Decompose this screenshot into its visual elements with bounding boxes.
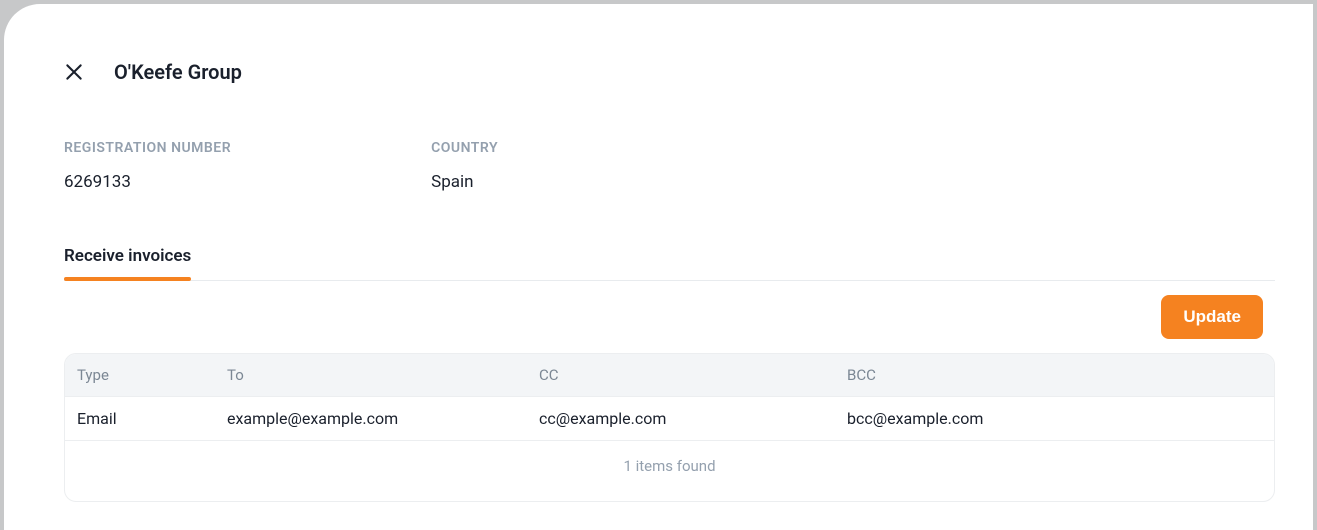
table-header-cc: CC — [539, 366, 847, 384]
cell-bcc: bcc@example.com — [847, 409, 1262, 428]
cell-to: example@example.com — [227, 409, 539, 428]
table-footer: 1 items found — [65, 441, 1274, 501]
cell-type: Email — [77, 409, 227, 428]
country-label: COUNTRY — [431, 140, 498, 156]
tabs: Receive invoices — [64, 246, 1275, 281]
modal-panel: O'Keefe Group REGISTRATION NUMBER 626913… — [4, 4, 1313, 530]
table-header-bcc: BCC — [847, 366, 1262, 384]
registration-number-label: REGISTRATION NUMBER — [64, 140, 231, 156]
cell-cc: cc@example.com — [539, 409, 847, 428]
close-icon[interactable] — [64, 62, 84, 82]
modal-header: O'Keefe Group — [64, 60, 1275, 84]
registration-number-value: 6269133 — [64, 172, 231, 192]
update-button[interactable]: Update — [1161, 295, 1263, 339]
table-header-to: To — [227, 366, 539, 384]
table-header-row: Type To CC BCC — [65, 354, 1274, 397]
table-row[interactable]: Email example@example.com cc@example.com… — [65, 397, 1274, 441]
table-header-type: Type — [77, 366, 227, 384]
action-row: Update — [64, 281, 1275, 353]
tab-receive-invoices[interactable]: Receive invoices — [64, 246, 191, 280]
page-title: O'Keefe Group — [114, 60, 242, 84]
registration-number-block: REGISTRATION NUMBER 6269133 — [64, 140, 231, 192]
country-block: COUNTRY Spain — [431, 140, 498, 192]
details-section: REGISTRATION NUMBER 6269133 COUNTRY Spai… — [64, 140, 1275, 192]
invoices-table: Type To CC BCC Email example@example.com… — [64, 353, 1275, 502]
country-value: Spain — [431, 172, 498, 192]
